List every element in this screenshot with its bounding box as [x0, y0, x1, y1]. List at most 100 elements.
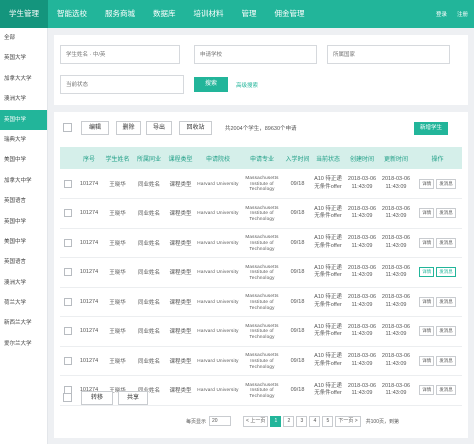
prev-page-button[interactable]: < 上一页: [243, 415, 269, 427]
table-row[interactable]: 101274 王晓华 同业姓名 课程类型 Harvard University Massa…: [60, 287, 462, 317]
sidebar-item[interactable]: 英国中学: [0, 212, 47, 232]
message-button[interactable]: 发消息: [436, 296, 456, 307]
sidebar-item[interactable]: 英国语言: [0, 191, 47, 211]
country-input[interactable]: [327, 45, 450, 64]
student-name-input[interactable]: [60, 45, 180, 64]
major-name: Massachusetts Institute of Technology: [245, 204, 279, 222]
cell-course-type: 课程类型: [169, 358, 192, 365]
bottom-bar: 转移 共享: [54, 387, 468, 411]
page-size-select[interactable]: 20: [209, 416, 232, 426]
updated-date: 2018-03-06: [381, 176, 411, 183]
sidebar-item[interactable]: 加拿大大学: [0, 69, 47, 89]
table-row[interactable]: 101274 王晓华 同业姓名 课程类型 Harvard University Massa…: [60, 228, 462, 258]
row-checkbox[interactable]: [64, 356, 72, 365]
detail-button[interactable]: 详情: [419, 326, 435, 337]
student-list-panel: 编辑 删除 导出 回收站 共2004个学生，89630个申请 新增学生 序号 学…: [54, 112, 468, 438]
nav-smart-school-selection[interactable]: 智能选校: [48, 0, 96, 28]
status-input[interactable]: [60, 75, 184, 94]
select-all-checkbox[interactable]: [63, 123, 72, 132]
nav-database[interactable]: 数据库: [144, 0, 185, 28]
detail-button[interactable]: 详情: [419, 267, 435, 278]
created-date: 2018-03-06: [347, 264, 377, 271]
sidebar-item[interactable]: 英国大学: [0, 48, 47, 68]
page-button-1[interactable]: 1: [270, 415, 282, 427]
cell-status: A10 待正递 无条件offer: [311, 258, 345, 288]
sidebar-item[interactable]: 加拿大中学: [0, 171, 47, 191]
next-page-button[interactable]: 下一页 >: [335, 415, 361, 427]
table-row[interactable]: 101274 王晓华 同业姓名 课程类型 Harvard University Massa…: [60, 169, 462, 199]
row-checkbox[interactable]: [64, 209, 72, 218]
export-button[interactable]: 导出: [146, 121, 172, 135]
nav-management[interactable]: 管理: [233, 0, 266, 28]
cell-school: Harvard University: [196, 287, 240, 317]
detail-button[interactable]: 详情: [419, 296, 435, 307]
page-button-5[interactable]: 5: [322, 415, 334, 427]
sidebar-item[interactable]: 荷兰大学: [0, 293, 47, 313]
sidebar-item-all[interactable]: 全部: [0, 28, 47, 48]
table-row[interactable]: 101274 王晓华 同业姓名 课程类型 Harvard University Massa…: [60, 199, 462, 229]
sidebar-item[interactable]: 瑞典大学: [0, 130, 47, 150]
sidebar-item-selected[interactable]: 英国中学: [0, 109, 47, 130]
recycle-bin-button[interactable]: 回收站: [179, 121, 212, 135]
sidebar-item[interactable]: 新西兰大学: [0, 313, 47, 333]
major-name: Massachusetts Institute of Technology: [245, 174, 279, 192]
updated-time: 11:43:09: [385, 331, 407, 338]
transfer-button[interactable]: 转移: [81, 391, 113, 405]
message-button[interactable]: 发消息: [436, 355, 456, 366]
delete-button[interactable]: 删除: [116, 121, 141, 135]
login-link[interactable]: 登录: [436, 10, 447, 18]
page-button-4[interactable]: 4: [309, 415, 321, 427]
message-button[interactable]: 发消息: [436, 267, 456, 278]
detail-button[interactable]: 详情: [419, 208, 435, 219]
advanced-search-link[interactable]: 高级搜索: [236, 81, 258, 89]
cell-index: 101274: [79, 328, 99, 335]
search-button[interactable]: 搜索: [194, 77, 228, 92]
register-link[interactable]: 注册: [457, 10, 468, 18]
status-line-1: A10 待正递: [314, 176, 342, 183]
status-line-2: 无条件offer: [314, 360, 342, 367]
row-checkbox[interactable]: [64, 297, 72, 306]
cell-intake: 09/18: [290, 180, 305, 187]
page-button-2[interactable]: 2: [283, 415, 295, 427]
share-button[interactable]: 共享: [118, 391, 148, 405]
message-button[interactable]: 发消息: [436, 208, 456, 219]
sidebar-item[interactable]: 爱尔兰大学: [0, 334, 47, 354]
page-button-3[interactable]: 3: [296, 415, 308, 427]
major-name: Massachusetts Institute of Technology: [245, 322, 279, 340]
cell-intake: 09/18: [290, 269, 305, 276]
cell-agency: 同业姓名: [137, 329, 160, 336]
detail-button[interactable]: 详情: [419, 178, 435, 189]
table-row[interactable]: 101274 王晓华 同业姓名 课程类型 Harvard University Massa…: [60, 317, 462, 347]
cell-created: 2018-03-06 11:43:09: [345, 169, 379, 199]
row-checkbox[interactable]: [64, 327, 72, 336]
table-row[interactable]: 101274 王晓华 同业姓名 课程类型 Harvard University Massa…: [60, 258, 462, 288]
detail-button[interactable]: 详情: [419, 355, 435, 366]
sidebar-item[interactable]: 英国语言: [0, 252, 47, 272]
add-student-button[interactable]: 新增学生: [414, 122, 448, 135]
nav-student-management[interactable]: 学生管理: [0, 0, 48, 28]
edit-button[interactable]: 编辑: [81, 121, 109, 135]
message-button[interactable]: 发消息: [436, 237, 456, 248]
detail-button[interactable]: 详情: [419, 237, 435, 248]
sidebar-item[interactable]: 美国中学: [0, 150, 47, 170]
row-checkbox[interactable]: [64, 179, 72, 188]
table-row[interactable]: 101274 王晓华 同业姓名 课程类型 Harvard University Massa…: [60, 346, 462, 376]
nav-training-materials[interactable]: 培训材料: [185, 0, 233, 28]
row-checkbox[interactable]: [64, 238, 72, 247]
sidebar-item[interactable]: 澳洲大学: [0, 273, 47, 293]
nav-commission-management[interactable]: 佣金管理: [266, 0, 314, 28]
header-course-type: 课程类型: [168, 156, 193, 163]
message-button[interactable]: 发消息: [436, 178, 456, 189]
select-all-bottom-checkbox[interactable]: [63, 393, 72, 402]
cell-school: Harvard University: [196, 228, 240, 258]
nav-service-mall[interactable]: 服务商城: [96, 0, 144, 28]
sidebar-item[interactable]: 美国中学: [0, 232, 47, 252]
cell-major: Massachusetts Institute of Technology: [240, 287, 284, 317]
cell-created: 2018-03-06 11:43:09: [345, 317, 379, 347]
created-time: 11:43:09: [351, 213, 373, 220]
school-input[interactable]: [194, 45, 317, 64]
message-button[interactable]: 发消息: [436, 326, 456, 337]
row-checkbox[interactable]: [64, 268, 72, 277]
cell-major: Massachusetts Institute of Technology: [240, 199, 284, 229]
sidebar-item[interactable]: 澳洲大学: [0, 89, 47, 109]
